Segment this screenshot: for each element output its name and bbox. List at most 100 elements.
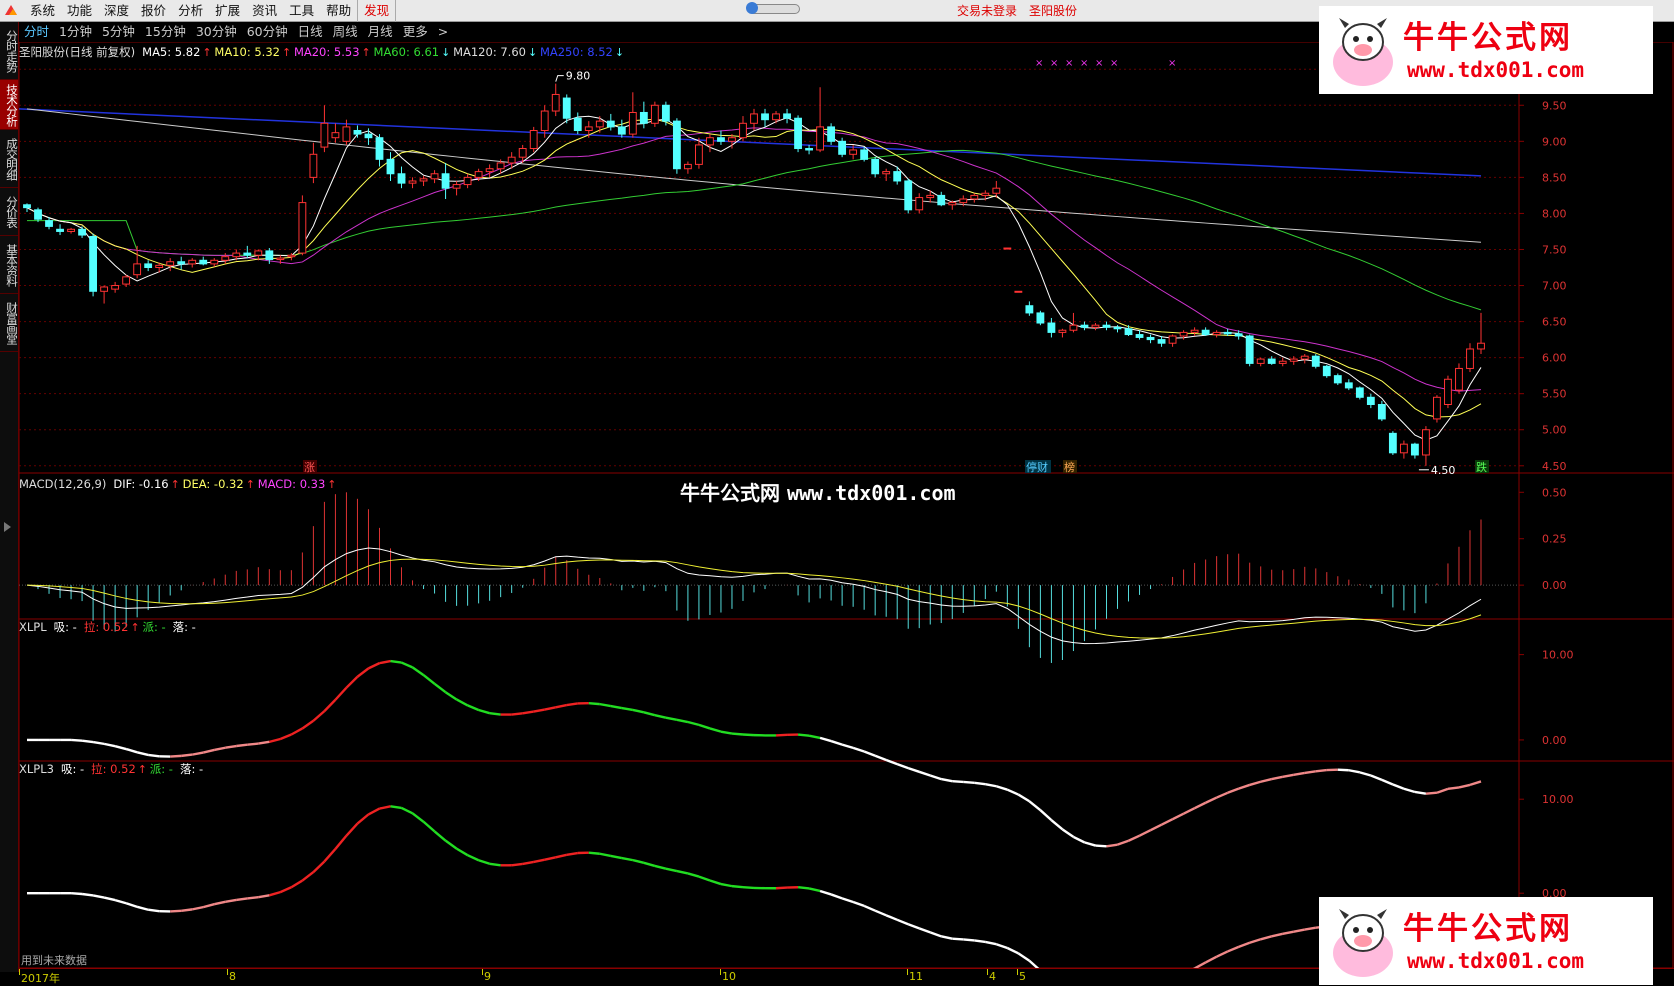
period-tab[interactable]: 日线 xyxy=(293,22,328,42)
xlpl-segment xyxy=(1118,841,1129,845)
candle-body xyxy=(420,179,427,181)
zoom-slider[interactable] xyxy=(748,4,800,14)
slider-handle[interactable] xyxy=(746,2,758,14)
xlpl-segment xyxy=(941,936,952,938)
menu-item[interactable]: 报价 xyxy=(135,0,172,22)
xlpl-segment xyxy=(1283,775,1294,777)
candle-body xyxy=(1147,337,1154,339)
sidebar-tab[interactable]: 分价表 xyxy=(0,188,18,236)
xlpl_legend-item: XLPL xyxy=(19,620,47,634)
period-tab[interactable]: 5分钟 xyxy=(97,22,140,42)
ad-banner-top[interactable]: 牛牛公式网 www.tdx001.com xyxy=(1319,6,1653,94)
period-tab[interactable]: 60分钟 xyxy=(242,22,293,42)
price-tick-label: 8.00 xyxy=(1542,207,1567,220)
menu-item[interactable]: 帮助 xyxy=(320,0,357,22)
ma250-line xyxy=(19,109,1481,176)
sidebar-tab[interactable]: 分时走势 xyxy=(0,22,18,80)
main_legend-arrow-icon: ↓ xyxy=(441,46,450,59)
xlpl-segment xyxy=(1261,779,1272,782)
candle-body xyxy=(883,172,890,174)
candle-body xyxy=(1445,379,1452,404)
candle-body xyxy=(585,127,592,131)
xlpl-segment xyxy=(798,887,809,888)
date-tick: 8 xyxy=(229,970,236,983)
candle-body xyxy=(729,138,736,142)
xlpl-segment xyxy=(655,866,666,869)
period-tab[interactable]: 周线 xyxy=(328,22,363,42)
xlpl-segment xyxy=(391,661,402,662)
xlpl-segment xyxy=(1316,770,1327,771)
candle-body xyxy=(618,127,625,134)
main_legend-arrow-icon: ↓ xyxy=(615,46,624,59)
menu-item[interactable]: 扩展 xyxy=(209,0,246,22)
date-tick-mark xyxy=(907,969,908,975)
menu-item[interactable]: 系统 xyxy=(24,0,61,22)
xlpl-segment xyxy=(1470,781,1481,784)
xlpl-segment xyxy=(1272,934,1283,936)
xlpl-segment xyxy=(743,734,754,735)
xlpl-segment xyxy=(886,915,897,919)
xlpl-segment xyxy=(688,722,699,725)
menu-item[interactable]: 分析 xyxy=(172,0,209,22)
xlpl-segment xyxy=(468,705,479,710)
price-tick-label: 7.50 xyxy=(1542,243,1567,256)
xlpl-segment xyxy=(126,903,137,907)
xlpl-segment xyxy=(864,906,875,911)
candle-body xyxy=(365,134,372,138)
xlpl-segment xyxy=(545,857,556,859)
candle-body xyxy=(762,114,769,120)
sidebar-tab[interactable]: 成交明细 xyxy=(0,130,18,188)
candle-body xyxy=(431,174,438,179)
candle-body xyxy=(409,181,416,183)
xlpl-segment xyxy=(831,894,842,898)
xlpl-segment xyxy=(214,902,225,904)
period-tab[interactable]: > xyxy=(433,22,453,42)
high-pointer xyxy=(556,76,564,82)
period-tab[interactable]: 30分钟 xyxy=(191,22,242,42)
xlpl-segment xyxy=(534,860,545,862)
main_legend-item: MA250: 8.52 xyxy=(540,45,613,59)
period-tab[interactable]: 分时 xyxy=(19,22,54,42)
candle-body xyxy=(949,203,956,205)
xlpl-segment xyxy=(732,734,743,735)
menu-item[interactable]: 工具 xyxy=(283,0,320,22)
xlpl3_legend-item: XLPL3 xyxy=(19,762,54,776)
menu-item[interactable]: 发现 xyxy=(357,0,396,22)
collapse-arrow-icon[interactable] xyxy=(4,522,11,532)
xlpl-segment xyxy=(677,720,688,722)
xlpl_legend-item: 吸: - xyxy=(54,620,77,634)
candle-body xyxy=(894,172,901,181)
macd_legend-item: DEA: -0.32 xyxy=(183,477,244,491)
period-tab[interactable]: 月线 xyxy=(363,22,398,42)
candle-body xyxy=(1081,325,1088,327)
period-tab[interactable]: 更多 xyxy=(398,22,433,42)
xlpl-segment xyxy=(115,900,126,903)
login-status[interactable]: 交易未登录 xyxy=(957,0,1017,22)
sidebar-tab[interactable]: 基本资料 xyxy=(0,236,18,294)
sidebar-tab[interactable]: 技术分析 xyxy=(0,80,18,130)
xlpl-segment xyxy=(820,891,831,894)
candle-body xyxy=(1367,397,1374,404)
xlpl-segment xyxy=(842,745,853,748)
xlpl-segment xyxy=(71,740,82,741)
sidebar-tab[interactable]: 财富画堂 xyxy=(0,294,18,352)
candle-body xyxy=(1191,330,1198,332)
ad-banner-bottom[interactable]: 牛牛公式网 www.tdx001.com xyxy=(1319,897,1653,985)
watermark: 牛牛公式网 www.tdx001.com xyxy=(680,477,956,506)
candle-body xyxy=(1356,388,1363,397)
candle-body xyxy=(563,98,570,118)
xlpl-segment xyxy=(1239,943,1250,947)
candle-body xyxy=(464,177,471,184)
xlpl-segment xyxy=(170,911,181,912)
xlpl-segment xyxy=(247,744,258,745)
candle-body xyxy=(1246,336,1253,363)
menu-item[interactable]: 功能 xyxy=(61,0,98,22)
xlpl-segment xyxy=(1239,785,1250,789)
xlpl-segment xyxy=(1018,795,1029,802)
period-tab[interactable]: 15分钟 xyxy=(140,22,191,42)
period-tab[interactable]: 1分钟 xyxy=(54,22,97,42)
xlpl-segment xyxy=(1129,836,1140,841)
menu-item[interactable]: 深度 xyxy=(98,0,135,22)
watermark-url: www.tdx001.com xyxy=(787,481,956,505)
menu-item[interactable]: 资讯 xyxy=(246,0,283,22)
